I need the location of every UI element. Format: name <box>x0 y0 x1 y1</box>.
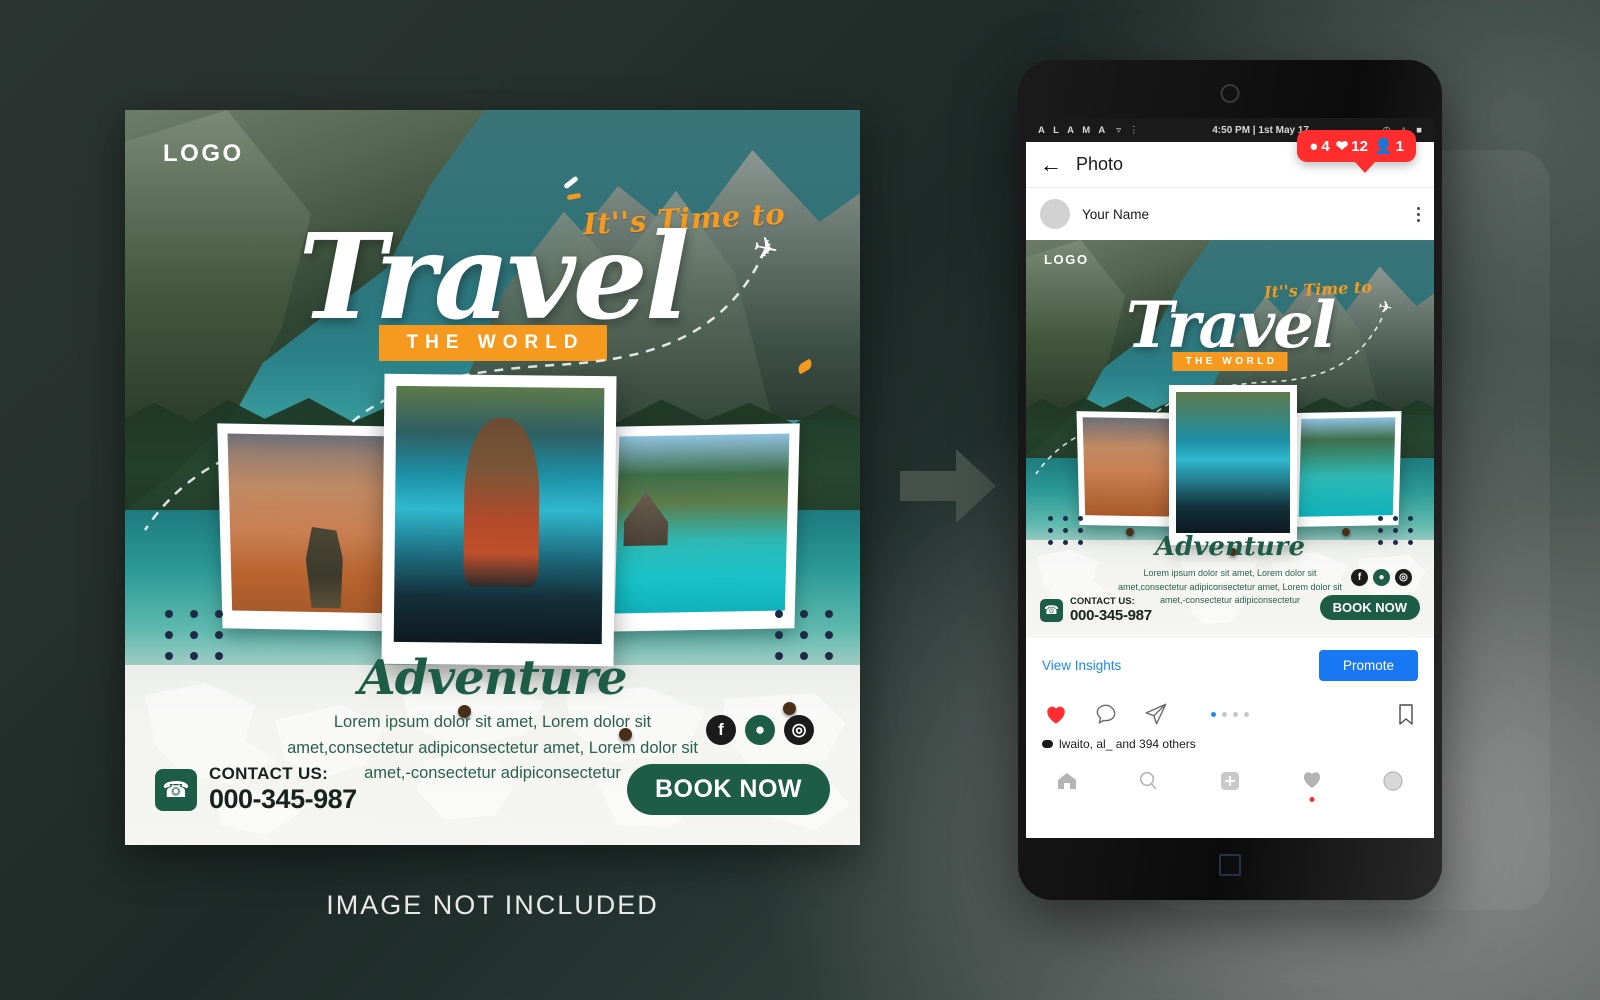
badge-comments-count: 4 <box>1321 137 1330 155</box>
caption-text: IMAGE NOT INCLUDED <box>326 890 659 920</box>
poster-subhead: THE WORLD <box>378 325 607 361</box>
poster-social-icons: f ● ◎ <box>706 715 814 745</box>
badge-followers: 👤 1 <box>1373 137 1404 156</box>
poster-logo: LOGO <box>163 140 244 167</box>
home-square-icon[interactable] <box>1219 854 1241 876</box>
mini-phone-icon: ☎ <box>1040 598 1063 622</box>
mini-twitter-icon: ● <box>1373 569 1390 586</box>
send-icon[interactable] <box>1142 701 1170 727</box>
twitter-icon: ● <box>745 715 775 745</box>
home-icon[interactable] <box>1054 769 1080 793</box>
right-arrow-icon <box>900 449 996 523</box>
mini-script-title: Adventure <box>1154 532 1306 562</box>
app-bar-title: Photo <box>1076 154 1124 174</box>
likes-row: lwaito, al_ and 394 others <box>1026 735 1434 755</box>
phone-bottom-bezel <box>1026 838 1434 892</box>
search-icon[interactable] <box>1135 769 1161 793</box>
mini-contact-block: ☎ CONTACT US: 000-345-987 <box>1040 596 1152 624</box>
mini-social-icons: f ● ◎ <box>1351 569 1412 586</box>
back-arrow-icon[interactable]: ← <box>1040 152 1062 178</box>
mini-subhead: THE WORLD <box>1172 352 1288 371</box>
profile-icon[interactable] <box>1380 769 1406 793</box>
carrier-label: A L A M A <box>1038 124 1109 136</box>
mini-logo: LOGO <box>1044 252 1089 267</box>
mini-photo-center <box>1169 385 1297 545</box>
wifi-icon: ▿ <box>1116 124 1122 136</box>
activity-badge-dot <box>1309 796 1315 802</box>
mini-book-now-button[interactable]: BOOK NOW <box>1319 595 1420 620</box>
phone-icon: ☎ <box>155 768 197 811</box>
badge-followers-count: 1 <box>1395 137 1404 155</box>
person-icon: 👤 <box>1373 138 1393 155</box>
phone-mockup: A L A M A ▿ ⋮ 4:50 PM | 1st May 17 ◷ △ ■… <box>1018 60 1442 900</box>
mini-instagram-icon: ◎ <box>1395 569 1412 586</box>
kebab-menu-icon[interactable] <box>1417 206 1420 222</box>
mini-facebook-icon: f <box>1351 569 1368 586</box>
book-now-button[interactable]: BOOK NOW <box>626 764 830 815</box>
post-image: LOGO It''s Time to Travel THE WORLD ✈ Ad… <box>1026 240 1434 638</box>
user-name: Your Name <box>1082 206 1150 222</box>
photo-card-right <box>604 423 800 632</box>
carousel-pager <box>1211 711 1249 717</box>
heart-icon[interactable] <box>1299 767 1325 791</box>
mini-contact-number: 000-345-987 <box>1070 607 1152 624</box>
bottom-tab-bar <box>1026 755 1434 807</box>
comment-icon: ● <box>1309 137 1319 155</box>
plus-icon[interactable] <box>1217 769 1243 793</box>
post-user-row: Your Name <box>1026 188 1434 240</box>
engagement-badge: ● 4 ❤ 12 👤 1 <box>1297 130 1416 173</box>
promote-button[interactable]: Promote <box>1318 650 1418 681</box>
heart-icon: ❤ <box>1335 138 1349 155</box>
tab-activity[interactable] <box>1299 767 1325 802</box>
contact-label: CONTACT US: <box>209 764 329 783</box>
likes-text: lwaito, al_ and 394 others <box>1059 737 1196 751</box>
insights-row: View Insights Promote <box>1026 638 1434 689</box>
poster-contact-block: ☎ CONTACT US: 000-345-987 <box>155 764 357 815</box>
facebook-icon: f <box>706 715 736 745</box>
avatar[interactable] <box>1040 199 1070 229</box>
post-action-row <box>1026 689 1434 735</box>
poster-headline: Travel <box>298 207 689 346</box>
mini-photo-right <box>1292 411 1402 527</box>
poster-preview: LOGO It''s Time to Travel ✈ THE WORLD Ad… <box>125 110 860 845</box>
instagram-icon: ◎ <box>784 715 814 745</box>
phone-screen: A L A M A ▿ ⋮ 4:50 PM | 1st May 17 ◷ △ ■… <box>1026 118 1434 838</box>
view-insights-link[interactable]: View Insights <box>1042 658 1121 673</box>
badge-likes-count: 12 <box>1351 137 1368 155</box>
mini-contact-label: CONTACT US: <box>1070 596 1135 607</box>
contact-number: 000-345-987 <box>209 784 357 814</box>
heart-icon[interactable] <box>1042 701 1070 727</box>
comment-icon[interactable] <box>1092 701 1120 727</box>
bluetooth-icon: ⋮ <box>1129 124 1139 136</box>
battery-icon: ■ <box>1416 124 1422 136</box>
badge-likes: ❤ 12 <box>1335 137 1368 156</box>
photo-card-center <box>381 373 617 667</box>
bookmark-icon[interactable] <box>1394 701 1418 727</box>
likes-avatar-icon <box>1042 740 1053 748</box>
camera-icon <box>1220 84 1240 103</box>
poster-script-title: Adventure <box>358 650 627 706</box>
badge-comments: ● 4 <box>1309 138 1329 155</box>
